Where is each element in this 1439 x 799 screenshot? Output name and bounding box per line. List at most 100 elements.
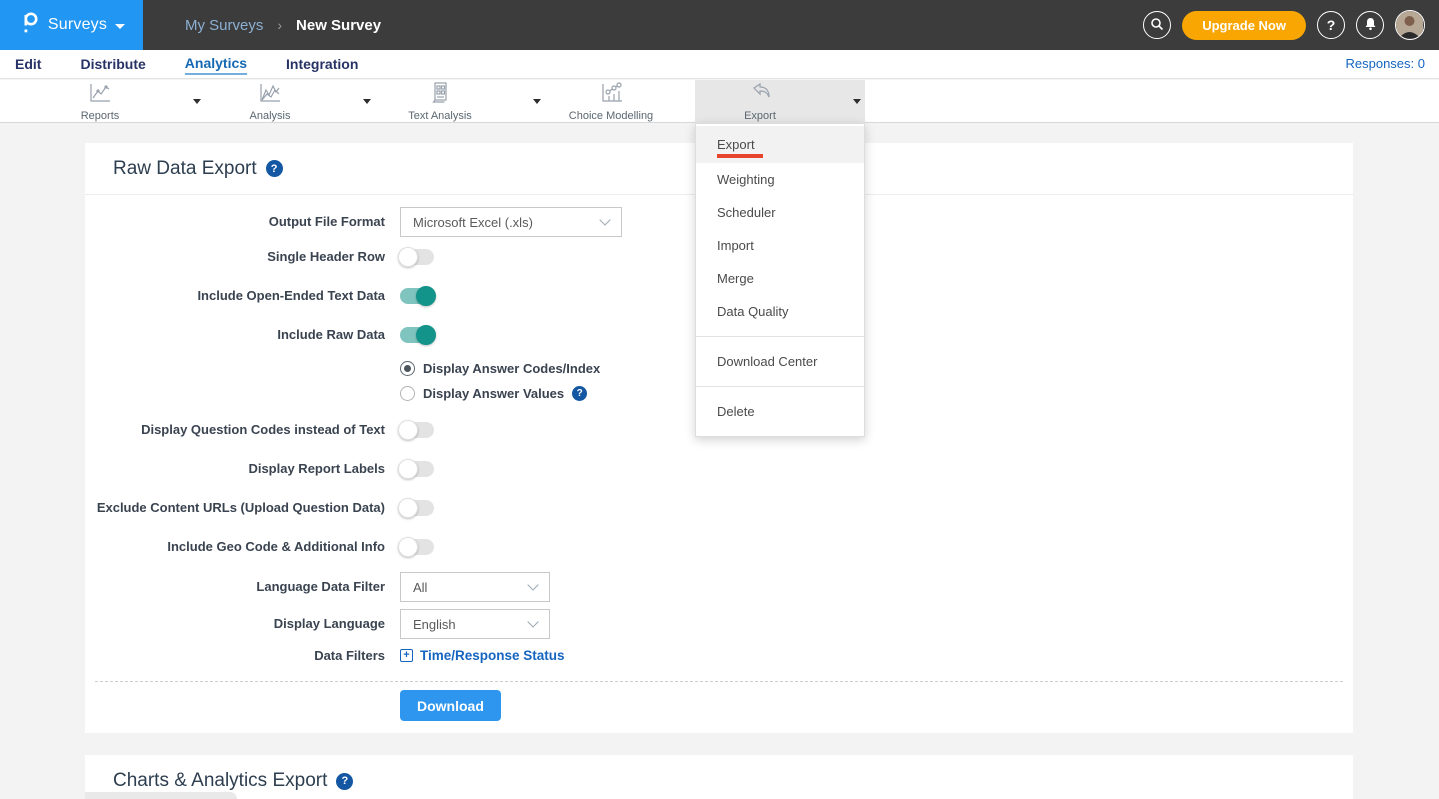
breadcrumb-my-surveys[interactable]: My Surveys bbox=[185, 17, 263, 34]
exclude-content-urls-label: Exclude Content URLs (Upload Question Da… bbox=[85, 500, 385, 516]
header-actions: Upgrade Now ? bbox=[1143, 0, 1425, 50]
report-labels-toggle[interactable] bbox=[400, 461, 434, 477]
help-icon[interactable]: ? bbox=[572, 386, 587, 401]
chevron-down-icon bbox=[115, 24, 125, 29]
question-mark-icon: ? bbox=[1327, 17, 1336, 33]
toolbar-export-label: Export bbox=[744, 110, 776, 122]
report-labels-row: Display Report Labels bbox=[85, 461, 1353, 477]
notifications-button[interactable] bbox=[1356, 11, 1384, 39]
toolbar-analysis[interactable]: Analysis bbox=[205, 80, 371, 123]
toolbar-choice-modelling[interactable]: Choice Modelling bbox=[546, 80, 712, 123]
toolbar-reports-label: Reports bbox=[81, 110, 120, 122]
charts-analytics-export-card: Charts & Analytics Export ? bbox=[85, 755, 1353, 799]
toolbar-text-analysis-label: Text Analysis bbox=[408, 110, 472, 122]
menu-item-import[interactable]: Import bbox=[696, 229, 864, 262]
question-codes-toggle[interactable] bbox=[400, 422, 434, 438]
geo-code-row: Include Geo Code & Additional Info bbox=[85, 539, 1353, 555]
menu-item-weighting[interactable]: Weighting bbox=[696, 163, 864, 196]
partial-element-below-fold bbox=[85, 792, 237, 799]
display-language-label: Display Language bbox=[85, 609, 385, 639]
menu-item-data-quality[interactable]: Data Quality bbox=[696, 295, 864, 328]
display-answer-values-option[interactable]: Display Answer Values ? bbox=[400, 386, 587, 401]
search-button[interactable] bbox=[1143, 11, 1171, 39]
plus-square-icon: + bbox=[400, 649, 413, 662]
display-language-select[interactable]: English bbox=[400, 609, 550, 639]
document-grid-icon bbox=[427, 82, 453, 109]
open-ended-text-label: Include Open-Ended Text Data bbox=[85, 288, 385, 304]
toolbar-analysis-label: Analysis bbox=[250, 110, 291, 122]
raw-data-export-title: Raw Data Export bbox=[113, 158, 257, 180]
breadcrumb-separator: › bbox=[277, 17, 282, 33]
menu-item-scheduler[interactable]: Scheduler bbox=[696, 196, 864, 229]
language-data-filter-select[interactable]: All bbox=[400, 572, 550, 602]
radio-icon bbox=[400, 361, 415, 376]
single-header-row-toggle[interactable] bbox=[400, 249, 434, 265]
single-header-row-label: Single Header Row bbox=[85, 249, 385, 265]
chevron-down-icon[interactable] bbox=[853, 99, 861, 104]
report-labels-label: Display Report Labels bbox=[85, 461, 385, 477]
bell-icon bbox=[1364, 17, 1377, 34]
language-data-filter-label: Language Data Filter bbox=[85, 572, 385, 602]
menu-item-delete[interactable]: Delete bbox=[696, 395, 864, 428]
menu-divider bbox=[696, 336, 864, 337]
geo-code-label: Include Geo Code & Additional Info bbox=[85, 539, 385, 555]
data-filters-label: Data Filters bbox=[85, 648, 385, 664]
analytics-toolbar: Reports Analysis bbox=[0, 80, 1439, 123]
export-arrow-icon bbox=[747, 82, 773, 109]
radio-icon bbox=[400, 386, 415, 401]
toolbar-export[interactable]: Export bbox=[695, 80, 865, 123]
include-raw-data-label: Include Raw Data bbox=[85, 327, 385, 343]
download-button[interactable]: Download bbox=[400, 690, 501, 721]
help-button[interactable]: ? bbox=[1317, 11, 1345, 39]
breadcrumb-current-survey: New Survey bbox=[296, 17, 381, 34]
menu-item-export-label: Export bbox=[717, 137, 755, 152]
toolbar-text-analysis[interactable]: Text Analysis bbox=[375, 80, 541, 123]
active-item-underline bbox=[717, 154, 763, 158]
menu-divider bbox=[696, 386, 864, 387]
chevron-down-icon[interactable] bbox=[363, 99, 371, 104]
top-header: Surveys My Surveys › New Survey Upgrade … bbox=[0, 0, 1439, 50]
toolbar-reports[interactable]: Reports bbox=[35, 80, 201, 123]
question-codes-label: Display Question Codes instead of Text bbox=[85, 422, 385, 438]
display-answer-codes-option[interactable]: Display Answer Codes/Index bbox=[400, 361, 600, 376]
geo-code-toggle[interactable] bbox=[400, 539, 434, 555]
time-response-status-link[interactable]: + Time/Response Status bbox=[400, 648, 565, 663]
search-icon bbox=[1150, 17, 1164, 34]
charts-analytics-title: Charts & Analytics Export bbox=[113, 770, 327, 792]
line-chart-icon bbox=[87, 82, 113, 109]
section-divider bbox=[95, 681, 1343, 682]
menu-item-merge[interactable]: Merge bbox=[696, 262, 864, 295]
toolbar-choice-modelling-label: Choice Modelling bbox=[569, 110, 653, 122]
chevron-down-icon bbox=[599, 214, 610, 225]
questionpro-logo-icon bbox=[18, 10, 40, 41]
breadcrumb: My Surveys › New Survey bbox=[185, 0, 381, 50]
chevron-down-icon[interactable] bbox=[533, 99, 541, 104]
chevron-down-icon bbox=[527, 579, 538, 590]
tab-distribute[interactable]: Distribute bbox=[80, 56, 145, 74]
area-chart-icon bbox=[257, 82, 283, 109]
open-ended-text-toggle[interactable] bbox=[400, 288, 434, 304]
menu-item-export[interactable]: Export bbox=[696, 126, 864, 163]
chevron-down-icon bbox=[527, 616, 538, 627]
menu-item-download-center[interactable]: Download Center bbox=[696, 345, 864, 378]
tab-edit[interactable]: Edit bbox=[15, 56, 41, 74]
scatter-chart-icon bbox=[598, 82, 624, 109]
brand-menu[interactable]: Surveys bbox=[0, 0, 143, 50]
chevron-down-icon[interactable] bbox=[193, 99, 201, 104]
tab-analytics[interactable]: Analytics bbox=[185, 55, 247, 75]
tab-integration[interactable]: Integration bbox=[286, 56, 358, 74]
brand-label: Surveys bbox=[48, 16, 107, 34]
export-dropdown-menu: Export Weighting Scheduler Import Merge … bbox=[695, 123, 865, 437]
exclude-content-urls-toggle[interactable] bbox=[400, 500, 434, 516]
help-icon[interactable]: ? bbox=[266, 160, 283, 177]
responses-count: Responses: 0 bbox=[1346, 56, 1426, 71]
help-icon[interactable]: ? bbox=[336, 773, 353, 790]
exclude-content-urls-row: Exclude Content URLs (Upload Question Da… bbox=[85, 500, 1353, 516]
output-file-format-select[interactable]: Microsoft Excel (.xls) bbox=[400, 207, 622, 237]
survey-nav: Edit Distribute Analytics Integration Re… bbox=[0, 50, 1439, 79]
charts-analytics-header: Charts & Analytics Export ? bbox=[85, 755, 1353, 799]
include-raw-data-toggle[interactable] bbox=[400, 327, 434, 343]
output-file-format-label: Output File Format bbox=[85, 207, 385, 237]
upgrade-now-button[interactable]: Upgrade Now bbox=[1182, 11, 1306, 40]
user-avatar[interactable] bbox=[1395, 10, 1425, 40]
